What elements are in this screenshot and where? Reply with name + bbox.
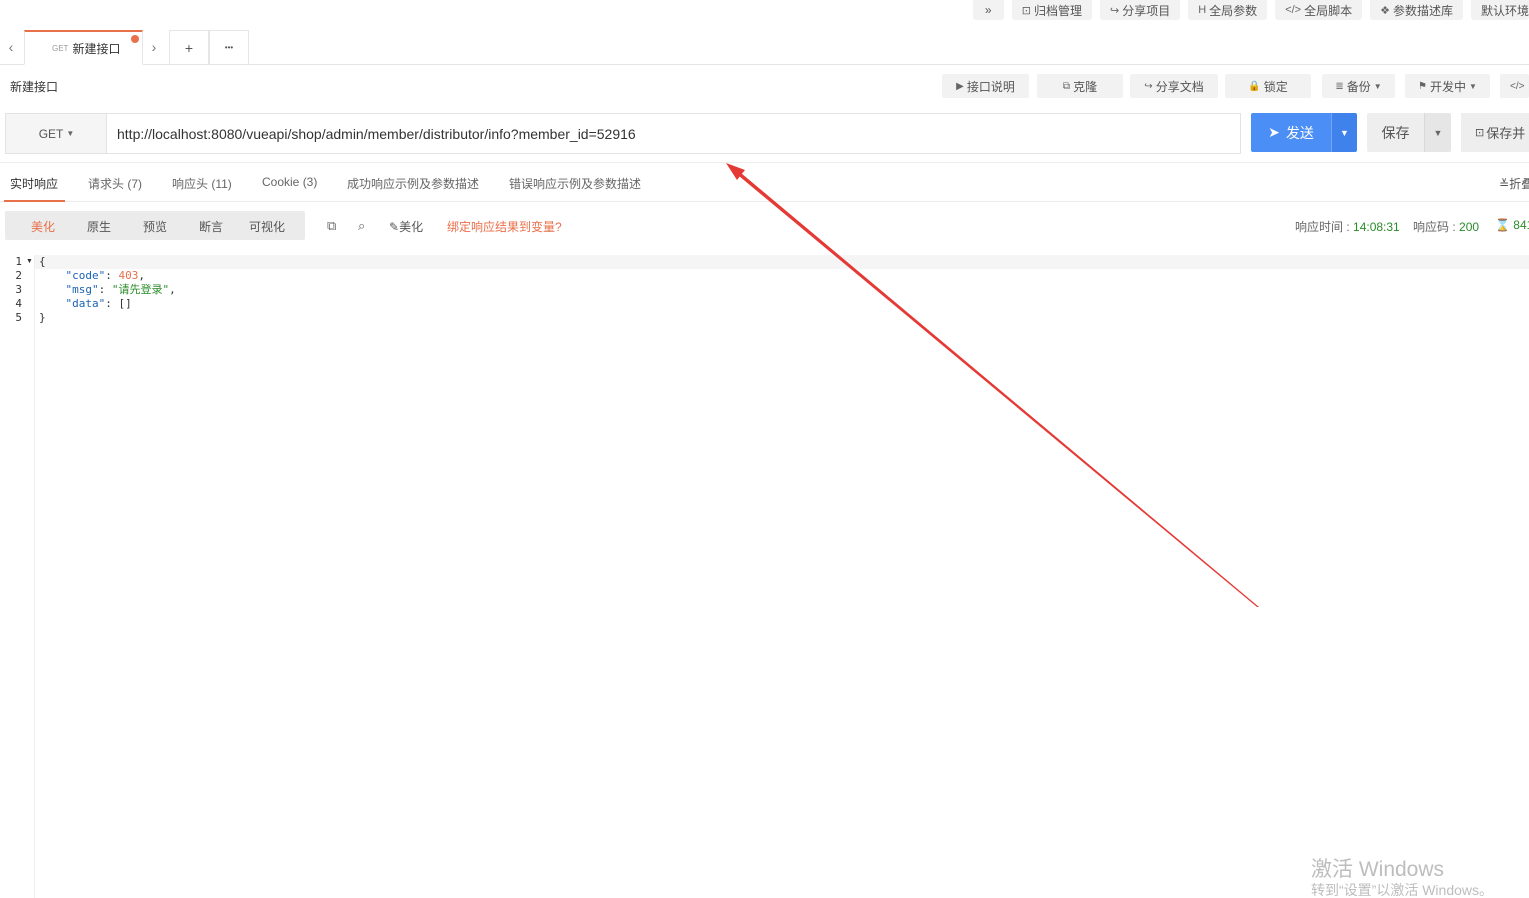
- code-line: "code": 403,: [65, 269, 146, 282]
- editor-gutter: 1 2 3 4 5: [0, 255, 35, 898]
- collapse-button[interactable]: ≚折叠: [1499, 175, 1529, 192]
- share-icon: ↪: [1109, 4, 1120, 17]
- play-icon: ▶: [956, 80, 964, 92]
- tab-error-example[interactable]: 错误响应示例及参数描述: [509, 175, 641, 192]
- line-number: 3: [15, 283, 22, 296]
- share-icon: ↪: [1144, 80, 1153, 92]
- caret-down-icon: ▼: [1340, 127, 1349, 138]
- add-tab-button[interactable]: +: [169, 30, 209, 64]
- database-icon: ≣: [1335, 80, 1344, 92]
- tab-title: 新建接口: [72, 41, 121, 56]
- url-input[interactable]: [106, 113, 1241, 154]
- response-tabs: 实时响应 请求头 (7) 响应头 (11) Cookie (3) 成功响应示例及…: [0, 162, 1529, 202]
- response-size: ⌛ 841: [1495, 218, 1529, 232]
- view-visualize[interactable]: 可视化: [249, 218, 285, 235]
- tab-new-api[interactable]: GET 新建接口: [24, 30, 143, 65]
- wand-icon: ✎: [389, 220, 400, 234]
- archive-button[interactable]: ⊡ 归档管理: [1011, 0, 1092, 20]
- fold-toggle-icon[interactable]: ▼: [26, 255, 33, 269]
- more-icon: •••: [224, 43, 234, 52]
- caret-down-icon: ▼: [1373, 81, 1382, 91]
- tab-next-button[interactable]: ›: [143, 30, 165, 64]
- save-dropdown-button[interactable]: ▼: [1424, 113, 1451, 152]
- line-number: 4: [15, 297, 22, 310]
- cube-icon: ❖: [1380, 4, 1390, 17]
- code-line: }: [39, 311, 46, 324]
- send-button[interactable]: ➤ 发送: [1251, 113, 1331, 152]
- hourglass-icon: ⌛: [1495, 218, 1510, 232]
- search-icon[interactable]: ⌕: [358, 218, 365, 234]
- chevron-left-icon: ‹: [8, 39, 14, 55]
- active-line-highlight: [35, 255, 1529, 269]
- plus-icon: +: [184, 39, 194, 56]
- tab-cookie[interactable]: Cookie (3): [262, 175, 317, 189]
- method-select[interactable]: GET ▼: [5, 113, 107, 154]
- api-name: 新建接口: [10, 80, 59, 94]
- save-button[interactable]: 保存: [1367, 113, 1424, 152]
- chevron-right-icon: ›: [151, 39, 157, 55]
- tab-method: GET: [52, 43, 69, 53]
- api-doc-button[interactable]: ▶ 接口说明: [942, 74, 1029, 98]
- code-icon: </>: [1510, 80, 1525, 92]
- copy-icon[interactable]: ⧉: [327, 218, 336, 234]
- response-time: 响应时间 : 14:08:31: [1295, 220, 1400, 234]
- double-chevron-down-icon: ≚: [1499, 177, 1510, 191]
- activation-watermark-subtitle: 转到“设置”以激活 Windows。: [1311, 882, 1494, 898]
- status-dropdown[interactable]: ⚑ 开发中 ▼: [1405, 74, 1490, 98]
- tab-success-example[interactable]: 成功响应示例及参数描述: [347, 175, 479, 192]
- view-assert[interactable]: 断言: [199, 218, 223, 235]
- code-gen-button[interactable]: </>: [1500, 74, 1529, 98]
- tab-live-response[interactable]: 实时响应: [10, 175, 58, 192]
- backup-dropdown[interactable]: ≣ 备份 ▼: [1322, 74, 1395, 98]
- caret-down-icon: ▼: [66, 129, 75, 138]
- line-number: 5: [15, 311, 22, 324]
- archive-icon: ⊡: [1475, 127, 1485, 139]
- double-chevron-icon: »: [984, 3, 992, 17]
- activation-watermark-title: 激活 Windows: [1311, 858, 1445, 881]
- beautify-tool-button[interactable]: ✎美化: [389, 218, 423, 235]
- view-mode-segment: 美化 原生 预览 断言 可视化: [5, 211, 305, 240]
- unsaved-dot-icon: [131, 35, 139, 43]
- global-script-button[interactable]: </> 全局脚本: [1275, 0, 1363, 20]
- api-name-row: 新建接口 ▶ 接口说明 ⧉ 克隆 ↪ 分享文档 🔒 锁定 ≣ 备份 ▼ ⚑ 开发中 ▼ </>: [0, 74, 1529, 98]
- param-library-button[interactable]: ❖ 参数描述库: [1370, 0, 1463, 20]
- flag-icon: ⚑: [1418, 80, 1428, 92]
- tab-request-headers[interactable]: 请求头 (7): [88, 175, 142, 192]
- active-tab-underline: [4, 200, 65, 202]
- clone-button[interactable]: ⧉ 克隆: [1037, 74, 1123, 98]
- share-doc-button[interactable]: ↪ 分享文档: [1130, 74, 1218, 98]
- lock-button[interactable]: 🔒 锁定: [1225, 74, 1311, 98]
- expand-toolbar-button[interactable]: »: [972, 0, 1004, 20]
- line-number: 1: [15, 255, 22, 268]
- bind-response-link[interactable]: 绑定响应结果到变量?: [447, 218, 562, 235]
- tab-prev-button[interactable]: ‹: [0, 30, 22, 64]
- code-icon: </>: [1285, 4, 1302, 16]
- tab-bar: ‹ GET 新建接口 › + •••: [0, 30, 1529, 65]
- lock-icon: 🔒: [1248, 80, 1261, 92]
- environment-select[interactable]: 默认环境: [1471, 0, 1529, 20]
- caret-down-icon: ▼: [1469, 81, 1477, 91]
- more-tabs-button[interactable]: •••: [209, 30, 249, 64]
- archive-icon: ⊡: [1021, 4, 1031, 17]
- code-line: {: [39, 255, 46, 268]
- tab-response-headers[interactable]: 响应头 (11): [172, 175, 232, 192]
- line-number: 2: [15, 269, 22, 282]
- clone-icon: ⧉: [1062, 80, 1071, 92]
- share-project-button[interactable]: ↪ 分享项目: [1099, 0, 1181, 20]
- view-beautify[interactable]: 美化: [31, 218, 55, 235]
- global-params-button[interactable]: H 全局参数: [1188, 0, 1268, 20]
- annotation-arrow-shaft: [733, 168, 1259, 607]
- response-code: 响应码 : 200: [1413, 220, 1480, 234]
- code-line: "msg": "请先登录",: [65, 283, 176, 296]
- save-as-button[interactable]: ⊡ 保存并: [1461, 113, 1529, 152]
- header-icon: H: [1198, 4, 1207, 16]
- send-dropdown-button[interactable]: ▼: [1331, 113, 1357, 152]
- view-raw[interactable]: 原生: [87, 218, 111, 235]
- code-line: "data": []: [65, 297, 132, 310]
- top-toolbar: » ⊡ 归档管理 ↪ 分享项目 H 全局参数 </> 全局脚本 ❖ 参数描述库 默认环境: [972, 0, 1529, 20]
- view-preview[interactable]: 预览: [143, 218, 167, 235]
- caret-down-icon: ▼: [1433, 127, 1443, 138]
- paper-plane-icon: ➤: [1268, 124, 1280, 140]
